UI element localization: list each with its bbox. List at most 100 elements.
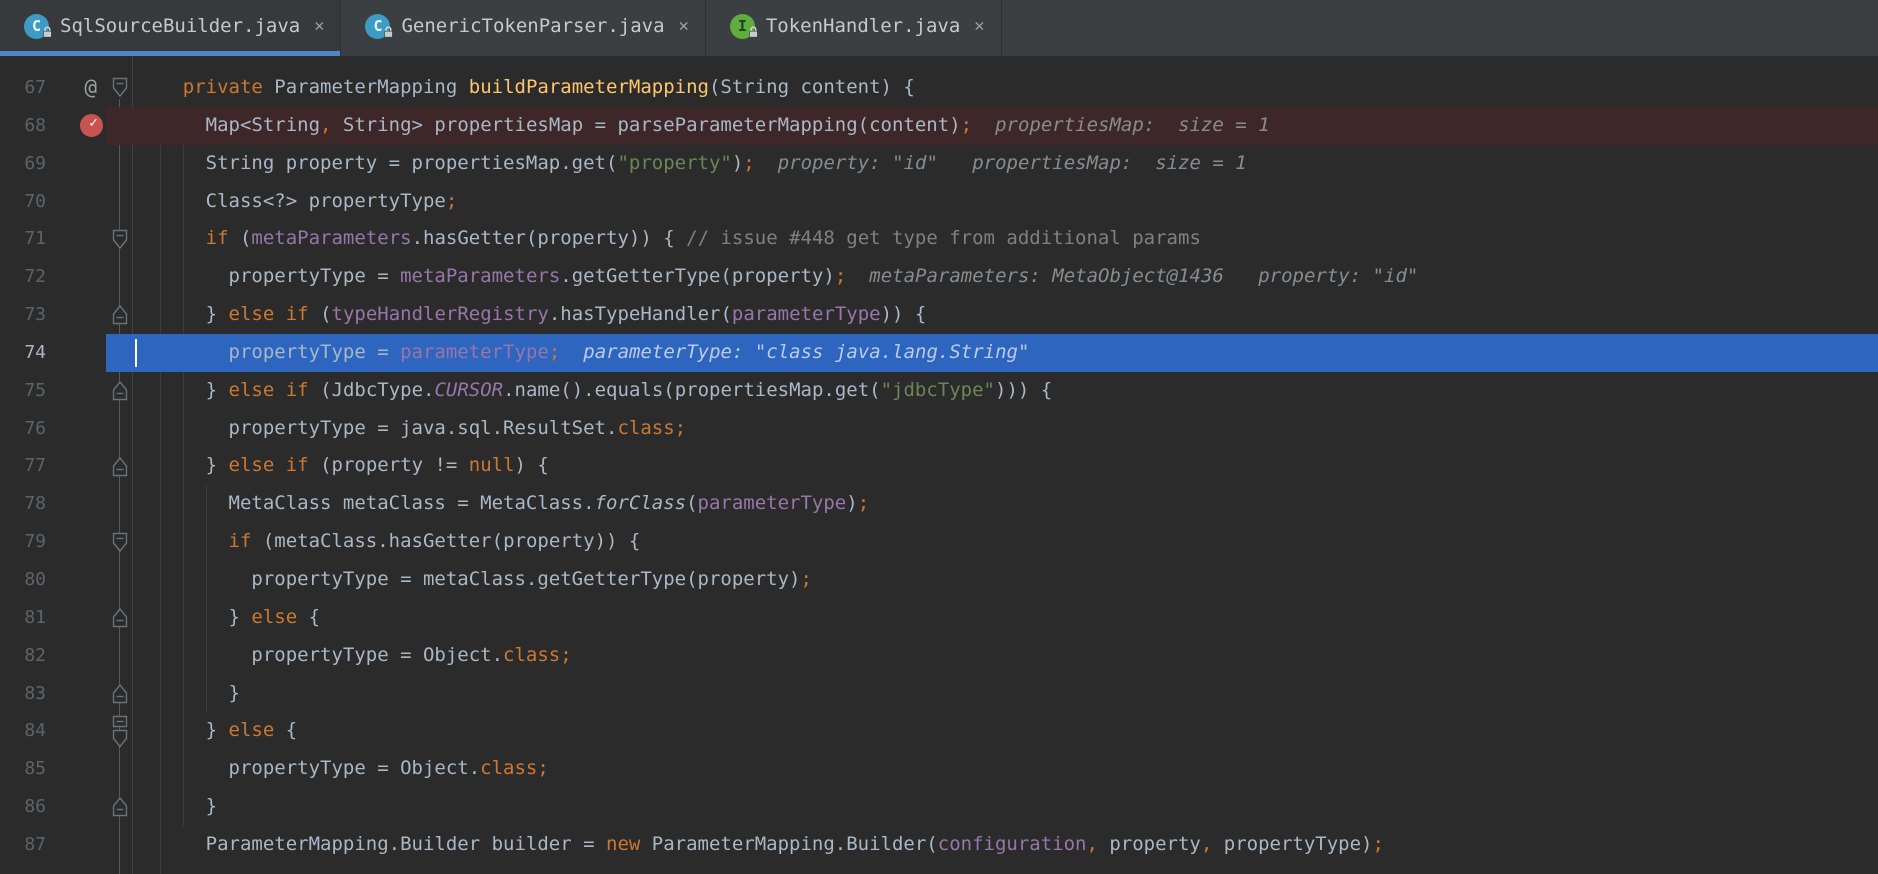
gutter-icon-area[interactable]: [50, 750, 106, 788]
line-content: ParameterMapping.Builder builder = new P…: [106, 826, 1878, 864]
code-text[interactable]: MetaClass metaClass = MetaClass.forClass…: [133, 485, 1878, 523]
code-editor[interactable]: 67@ private ParameterMapping buildParame…: [0, 56, 1878, 874]
code-text[interactable]: Class<?> javaType = propertyType;: [133, 864, 1878, 874]
gutter-icon-area[interactable]: [50, 220, 106, 258]
tab-generictokenparser-java[interactable]: CGenericTokenParser.java✕: [341, 0, 705, 56]
code-line-75[interactable]: 75 } else if (JdbcType.CURSOR.name().equ…: [0, 372, 1878, 410]
debugger-inline-value: metaParameters: MetaObject@1436 property…: [869, 265, 1418, 287]
gutter-icon-area[interactable]: [50, 637, 106, 675]
code-text[interactable]: } else {: [133, 599, 1878, 637]
gutter-icon-area[interactable]: [50, 372, 106, 410]
code-line-79[interactable]: 79 if (metaClass.hasGetter(property)) {: [0, 523, 1878, 561]
code-text[interactable]: propertyType = metaClass.getGetterType(p…: [133, 561, 1878, 599]
code-token: metaParameters: [251, 227, 411, 249]
code-text[interactable]: if (metaParameters.hasGetter(property)) …: [133, 220, 1878, 258]
gutter-icon-area[interactable]: [50, 447, 106, 485]
code-text[interactable]: } else if (property != null) {: [133, 447, 1878, 485]
fold-marker-end-icon[interactable]: [106, 788, 133, 826]
gutter-icon-area[interactable]: [50, 864, 106, 874]
code-token: ;: [800, 568, 811, 590]
code-line-67[interactable]: 67@ private ParameterMapping buildParame…: [0, 69, 1878, 107]
code-line-72[interactable]: 72 propertyType = metaParameters.getGett…: [0, 258, 1878, 296]
code-text[interactable]: propertyType = metaParameters.getGetterT…: [133, 258, 1878, 296]
line-content: private ParameterMapping buildParameterM…: [106, 69, 1878, 107]
close-icon[interactable]: ✕: [314, 18, 324, 35]
tab-tokenhandler-java[interactable]: ITokenHandler.java✕: [706, 0, 1002, 56]
code-line-71[interactable]: 71 if (metaParameters.hasGetter(property…: [0, 220, 1878, 258]
fold-marker-end-icon[interactable]: [106, 599, 133, 637]
code-text[interactable]: if (metaClass.hasGetter(property)) {: [133, 523, 1878, 561]
gutter-icon-area[interactable]: [50, 334, 106, 372]
gutter-icon-area[interactable]: [50, 826, 106, 864]
code-line-83[interactable]: 83 }: [0, 675, 1878, 713]
breakpoint-icon[interactable]: ✓: [80, 114, 103, 137]
gutter-icon-area[interactable]: [50, 523, 106, 561]
code-token: if: [206, 227, 229, 249]
code-line-78[interactable]: 78 MetaClass metaClass = MetaClass.forCl…: [0, 485, 1878, 523]
fold-marker-end-icon[interactable]: [106, 372, 133, 410]
code-line-77[interactable]: 77 } else if (property != null) {: [0, 447, 1878, 485]
code-line-81[interactable]: 81 } else {: [0, 599, 1878, 637]
close-icon[interactable]: ✕: [679, 18, 689, 35]
code-token: configuration: [938, 833, 1087, 855]
code-text[interactable]: ParameterMapping.Builder builder = new P…: [133, 826, 1878, 864]
debugger-inline-value: propertiesMap: size = 1: [995, 114, 1270, 136]
code-text[interactable]: } else if (typeHandlerRegistry.hasTypeHa…: [133, 296, 1878, 334]
code-text[interactable]: Class<?> propertyType;: [133, 183, 1878, 221]
fold-marker-end-icon[interactable]: [106, 675, 133, 713]
fold-marker-end-icon[interactable]: [106, 296, 133, 334]
code-token: }: [137, 606, 251, 628]
lock-badge-icon: [383, 26, 394, 38]
code-text[interactable]: propertyType = Object.class;: [133, 637, 1878, 675]
code-text[interactable]: propertyType = Object.class;: [133, 750, 1878, 788]
code-line-70[interactable]: 70 Class<?> propertyType;: [0, 183, 1878, 221]
gutter-icon-area[interactable]: @: [50, 69, 106, 107]
code-line-80[interactable]: 80 propertyType = metaClass.getGetterTyp…: [0, 561, 1878, 599]
tab-sqlsourcebuilder-java[interactable]: CSqlSourceBuilder.java✕: [0, 0, 341, 56]
code-line-86[interactable]: 86 }: [0, 788, 1878, 826]
code-text[interactable]: } else {: [133, 712, 1878, 750]
code-line-84[interactable]: 84 } else {: [0, 712, 1878, 750]
code-line-73[interactable]: 73 } else if (typeHandlerRegistry.hasTyp…: [0, 296, 1878, 334]
code-token: class;: [617, 417, 686, 439]
code-text[interactable]: }: [133, 788, 1878, 826]
code-text[interactable]: } else if (JdbcType.CURSOR.name().equals…: [133, 372, 1878, 410]
fold-marker-start-icon[interactable]: [106, 523, 133, 561]
gutter-icon-area[interactable]: [50, 296, 106, 334]
code-token: new: [606, 833, 640, 855]
code-line-85[interactable]: 85 propertyType = Object.class;: [0, 750, 1878, 788]
close-icon[interactable]: ✕: [974, 18, 984, 35]
line-number: 81: [0, 599, 50, 637]
code-text[interactable]: propertyType = java.sql.ResultSet.class;: [133, 410, 1878, 448]
fold-marker-end-icon[interactable]: [106, 447, 133, 485]
code-line-87[interactable]: 87 ParameterMapping.Builder builder = ne…: [0, 826, 1878, 864]
code-token: [274, 454, 285, 476]
code-text[interactable]: }: [133, 675, 1878, 713]
fold-marker-start-icon[interactable]: [106, 69, 133, 107]
code-line-68[interactable]: 68✓ Map<String, String> propertiesMap = …: [0, 107, 1878, 145]
gutter-icon-area[interactable]: [50, 145, 106, 183]
code-line-82[interactable]: 82 propertyType = Object.class;: [0, 637, 1878, 675]
gutter-icon-area[interactable]: [50, 712, 106, 750]
fold-marker-both-icon[interactable]: [106, 712, 133, 750]
gutter-icon-area[interactable]: ✓: [50, 107, 106, 145]
gutter-icon-area[interactable]: [50, 485, 106, 523]
code-text[interactable]: String property = propertiesMap.get("pro…: [133, 145, 1878, 183]
code-line-76[interactable]: 76 propertyType = java.sql.ResultSet.cla…: [0, 410, 1878, 448]
code-token: ,: [1086, 833, 1097, 855]
gutter-icon-area[interactable]: [50, 561, 106, 599]
code-line-88[interactable]: 88 Class<?> javaType = propertyType;: [0, 864, 1878, 874]
code-line-69[interactable]: 69 String property = propertiesMap.get("…: [0, 145, 1878, 183]
code-text[interactable]: propertyType = parameterType;parameterTy…: [133, 334, 1878, 372]
gutter-icon-area[interactable]: [50, 788, 106, 826]
gutter-icon-area[interactable]: [50, 599, 106, 637]
gutter-icon-area[interactable]: [50, 675, 106, 713]
code-token: [137, 227, 206, 249]
code-text[interactable]: Map<String, String> propertiesMap = pars…: [133, 107, 1878, 145]
gutter-icon-area[interactable]: [50, 183, 106, 221]
code-line-74[interactable]: 74 propertyType = parameterType;paramete…: [0, 334, 1878, 372]
gutter-icon-area[interactable]: [50, 258, 106, 296]
fold-marker-start-icon[interactable]: [106, 220, 133, 258]
gutter-icon-area[interactable]: [50, 410, 106, 448]
code-text[interactable]: private ParameterMapping buildParameterM…: [133, 69, 1878, 107]
